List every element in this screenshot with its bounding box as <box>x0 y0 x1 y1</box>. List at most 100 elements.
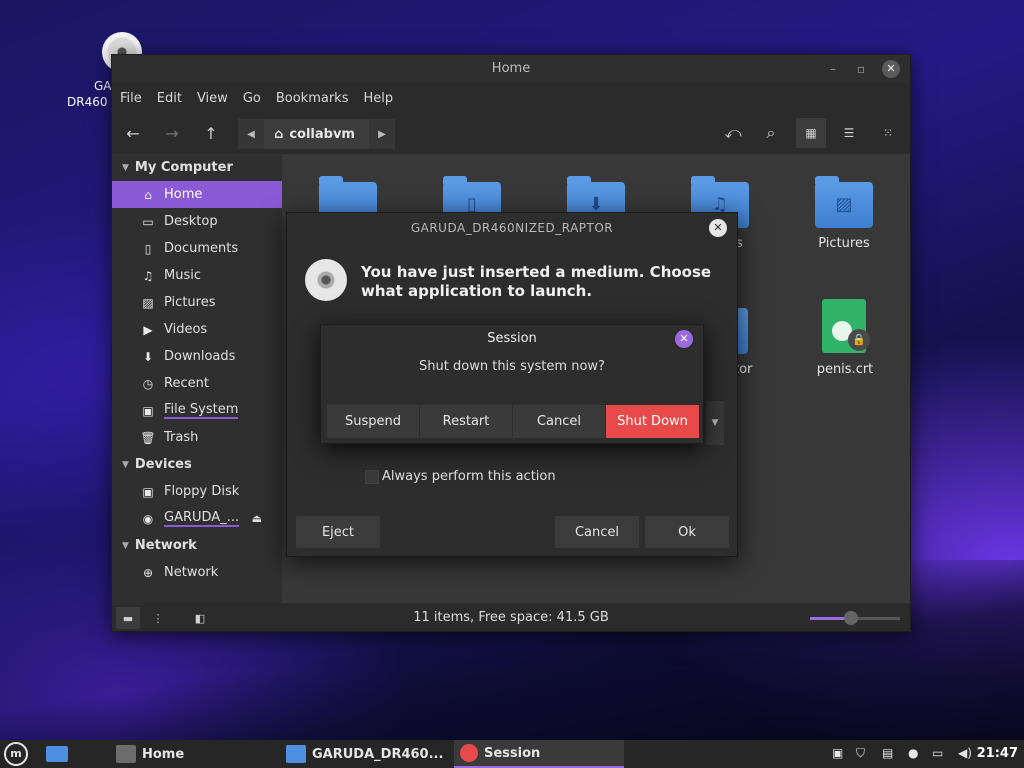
sidebar-item-network[interactable]: ⊕ Network <box>112 559 282 586</box>
sidebar-item-desktop[interactable]: ▭ Desktop <box>112 208 282 235</box>
status-text: 11 items, Free space: 41.5 GB <box>413 610 609 625</box>
folder-pictures-label: Pictures <box>818 236 870 251</box>
compact-view-icon[interactable]: ⁙ <box>873 118 903 148</box>
sidebar-item-trash[interactable]: 🗑 Trash <box>112 424 282 451</box>
sidebar: ▼ My Computer ⌂ Home ▭ Desktop ▯ Documents ♫… <box>112 154 282 603</box>
menu-edit[interactable]: Edit <box>157 91 182 106</box>
file-manager-icon <box>116 745 136 763</box>
task-session[interactable]: Session <box>454 740 624 768</box>
restart-button[interactable]: Restart <box>420 405 513 438</box>
sidebar-item-music[interactable]: ♫ Music <box>112 262 282 289</box>
maximize-icon[interactable]: ▫ <box>852 60 870 78</box>
chevron-down-icon[interactable]: ▼ <box>706 401 724 445</box>
desktop-icon: ▭ <box>142 214 154 229</box>
minimize-icon[interactable]: – <box>824 60 842 78</box>
window-title: Home <box>491 61 531 76</box>
trash-icon: 🗑 <box>140 430 156 445</box>
show-desktop-icon[interactable] <box>46 746 68 762</box>
autorun-message: You have just inserted a medium. Choose … <box>361 263 712 300</box>
sidebar-item-garuda[interactable]: ◉ GARUDA_... ⏏ <box>112 505 282 532</box>
disc-icon <box>305 259 347 301</box>
sidebar-item-recent[interactable]: ◷ Recent <box>112 370 282 397</box>
title-bar[interactable]: Home – ▫ ✕ <box>112 55 910 83</box>
sidebar-section-devices[interactable]: ▼ Devices <box>112 451 282 478</box>
search-icon[interactable]: ⌕ <box>756 118 786 148</box>
clock-icon: ◷ <box>142 376 154 391</box>
volume-icon[interactable]: ◀) <box>958 746 972 760</box>
partial-label-3: tor <box>734 362 753 377</box>
back-icon[interactable]: ← <box>118 118 148 148</box>
picture-icon: ▨ <box>142 295 154 310</box>
breadcrumb: ◀ ⌂ collabvm ▶ <box>238 119 395 149</box>
sidebar-item-downloads[interactable]: ⬇ Downloads <box>112 343 282 370</box>
power-icon <box>460 744 478 762</box>
floppy-icon: ▣ <box>142 484 154 499</box>
eject-icon[interactable]: ⏏ <box>252 512 262 525</box>
suspend-button[interactable]: Suspend <box>327 405 420 438</box>
list-view-icon[interactable]: ☰ <box>834 118 864 148</box>
certificate-file-icon[interactable]: 🔒 <box>822 299 870 353</box>
session-title: Session <box>487 331 537 346</box>
collapse-icon: ▼ <box>122 162 129 173</box>
zoom-slider[interactable] <box>810 611 900 625</box>
clock[interactable]: 21:47 <box>977 746 1018 761</box>
status-bar: ▬ ⋮ ◧ 11 items, Free space: 41.5 GB <box>112 603 910 631</box>
download-icon: ⬇ <box>142 349 154 364</box>
sidebar-section-my-computer[interactable]: ▼ My Computer <box>112 154 282 181</box>
close-icon[interactable]: ✕ <box>675 330 693 348</box>
zoom-slider-handle[interactable] <box>843 611 858 625</box>
toggle-location-icon[interactable]: ⤺ <box>718 118 748 148</box>
video-icon: ▶ <box>143 322 153 337</box>
close-icon[interactable]: ✕ <box>709 219 727 237</box>
menu-go[interactable]: Go <box>243 91 261 106</box>
menu-bar: File Edit View Go Bookmarks Help <box>112 83 910 113</box>
breadcrumb-right-icon[interactable]: ▶ <box>368 119 395 149</box>
certificate-file-label: penis.crt <box>816 362 874 377</box>
sidebar-item-documents[interactable]: ▯ Documents <box>112 235 282 262</box>
forward-icon[interactable]: → <box>157 118 187 148</box>
menu-file[interactable]: File <box>120 91 142 106</box>
toolbar: ← → ↑ ◀ ⌂ collabvm ▶ ⤺ ⌕ ▦ ☰ ⁙ <box>112 113 910 153</box>
eject-button[interactable]: Eject <box>296 516 380 548</box>
folder-icon <box>286 745 306 763</box>
ok-button[interactable]: Ok <box>645 516 729 548</box>
collapse-icon: ▼ <box>122 540 129 551</box>
icon-view-icon[interactable]: ▦ <box>796 118 826 148</box>
lock-icon: 🔒 <box>848 329 870 351</box>
network-icon[interactable]: ▭ <box>932 746 943 760</box>
autorun-title: GARUDA_DR460NIZED_RAPTOR <box>410 221 614 235</box>
task-home[interactable]: Home <box>110 740 280 768</box>
sidebar-item-home[interactable]: ⌂ Home <box>112 181 282 208</box>
breadcrumb-label: collabvm <box>289 126 355 142</box>
shield-icon[interactable]: ⛉ <box>856 746 865 761</box>
breadcrumb-left-icon[interactable]: ◀ <box>238 119 264 149</box>
menu-icon[interactable]: m <box>4 742 28 766</box>
menu-help[interactable]: Help <box>363 91 393 106</box>
close-icon[interactable]: ✕ <box>882 60 900 78</box>
breadcrumb-segment[interactable]: ⌂ collabvm <box>264 119 369 149</box>
taskbar: m Home GARUDA_DR460... Session ▣ ⛉ ▤ ● ▭… <box>0 740 1024 768</box>
disc-icon: ◉ <box>142 511 154 526</box>
document-icon: ▯ <box>144 241 152 256</box>
session-dialog: Session ✕ Shut down this system now? Sus… <box>320 324 704 444</box>
session-question: Shut down this system now? <box>419 359 605 374</box>
autorun-title-bar[interactable]: GARUDA_DR460NIZED_RAPTOR ✕ <box>287 213 737 243</box>
clipboard-icon[interactable]: ▣ <box>832 746 843 760</box>
sidebar-item-videos[interactable]: ▶ Videos <box>112 316 282 343</box>
updates-icon[interactable]: ▤ <box>882 746 893 760</box>
cancel-button[interactable]: Cancel <box>513 405 606 438</box>
shut-down-button[interactable]: Shut Down <box>606 405 699 438</box>
globe-icon: ⊕ <box>142 565 154 580</box>
task-garuda[interactable]: GARUDA_DR460... <box>280 740 450 768</box>
user-icon[interactable]: ● <box>908 746 918 760</box>
up-icon[interactable]: ↑ <box>196 118 226 148</box>
menu-view[interactable]: View <box>197 91 228 106</box>
folder-pictures-icon[interactable]: ▨ <box>815 176 873 228</box>
sidebar-item-pictures[interactable]: ▨ Pictures <box>112 289 282 316</box>
sidebar-section-network[interactable]: ▼ Network <box>112 532 282 559</box>
cancel-button[interactable]: Cancel <box>555 516 639 548</box>
sidebar-item-floppy[interactable]: ▣ Floppy Disk <box>112 478 282 505</box>
always-perform-checkbox[interactable] <box>365 470 379 484</box>
menu-bookmarks[interactable]: Bookmarks <box>276 91 349 106</box>
sidebar-item-file-system[interactable]: ▣ File System <box>112 397 282 424</box>
